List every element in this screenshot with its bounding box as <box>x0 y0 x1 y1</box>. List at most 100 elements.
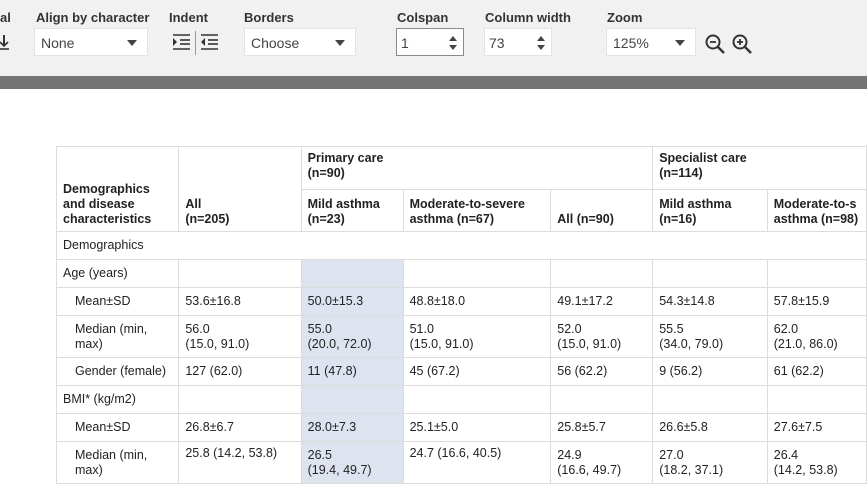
table-cell[interactable] <box>550 385 654 414</box>
table-cell[interactable]: 24.7 (16.6, 40.5) <box>402 441 552 484</box>
table-row: Mean±SD 26.8±6.7 28.0±7.3 25.1±5.0 25.8±… <box>55 413 867 442</box>
table-cell[interactable] <box>300 385 404 414</box>
table-cell[interactable]: 9 (56.2) <box>652 357 768 386</box>
primary-care-label: Primary care <box>307 151 384 165</box>
zoom-value: 125% <box>613 35 649 51</box>
table-cell[interactable] <box>402 385 552 414</box>
header-pc-all[interactable]: All (n=90) <box>550 189 654 232</box>
table-cell[interactable]: 25.8±5.7 <box>550 413 654 442</box>
zoom-out-icon[interactable] <box>704 33 726 55</box>
pc-mod-label: Moderate-to-severe <box>409 197 525 211</box>
row-label[interactable]: Gender (female) <box>55 357 180 386</box>
chevron-down-icon <box>675 40 685 46</box>
table-cell[interactable]: 57.8±15.9 <box>766 287 867 316</box>
pc-mild-label: Mild asthma <box>307 197 380 211</box>
row-label[interactable]: Mean±SD <box>55 287 180 316</box>
table-cell[interactable]: 26.4 (14.2, 53.8) <box>766 441 867 484</box>
row-label[interactable]: BMI* (kg/m2) <box>55 385 180 414</box>
table-cell[interactable] <box>652 259 768 288</box>
header-pc-moderate[interactable]: Moderate-to-severe asthma (n=67) <box>402 189 552 232</box>
table-cell[interactable]: 45 (67.2) <box>402 357 552 386</box>
data-table: Demographics and disease characteristics… <box>55 146 867 484</box>
table-cell[interactable] <box>766 259 867 288</box>
header-all-label: All <box>185 197 202 211</box>
row-label[interactable]: Age (years) <box>55 259 180 288</box>
section-label[interactable]: Demographics <box>56 231 867 260</box>
specialist-care-n: (n=114) <box>659 166 703 180</box>
zoom-in-icon[interactable] <box>731 33 753 55</box>
table-cell[interactable]: 11 (47.8) <box>300 357 404 386</box>
table-cell[interactable] <box>550 259 654 288</box>
indent-label: Indent <box>169 10 208 25</box>
table-cell[interactable] <box>178 385 302 414</box>
table-cell[interactable]: 49.1±17.2 <box>550 287 654 316</box>
pc-mild-n: (n=23) <box>307 212 345 226</box>
primary-care-n: (n=90) <box>307 166 345 180</box>
indent-increase-button[interactable] <box>170 30 192 54</box>
header-specialist-care[interactable]: Specialist care (n=114) <box>652 146 867 190</box>
header-all[interactable]: All (n=205) <box>178 146 302 232</box>
table-cell[interactable]: 61 (62.2) <box>766 357 867 386</box>
table-cell[interactable]: 54.3±14.8 <box>652 287 768 316</box>
decrement-icon[interactable] <box>449 45 457 50</box>
align-select[interactable]: None <box>34 28 148 56</box>
table-cell[interactable]: 51.0 (15.0, 91.0) <box>402 315 552 358</box>
table-cell[interactable]: 26.8±6.7 <box>178 413 302 442</box>
table-row: Median (min, max) 56.0 (15.0, 91.0) 55.0… <box>55 315 867 358</box>
zoom-label: Zoom <box>607 10 643 25</box>
row-label[interactable]: Mean±SD <box>55 413 180 442</box>
table-cell[interactable]: 48.8±18.0 <box>402 287 552 316</box>
table-cell[interactable] <box>402 259 552 288</box>
arrow-down-icon[interactable] <box>0 33 10 51</box>
table-cell[interactable]: 52.0 (15.0, 91.0) <box>550 315 654 358</box>
table-cell[interactable] <box>178 259 302 288</box>
chevron-down-icon <box>335 40 345 46</box>
indent-increase-icon <box>173 34 190 50</box>
header-sc-moderate[interactable]: Moderate-to-s asthma (n=98) <box>766 189 867 232</box>
table-cell[interactable]: 28.0±7.3 <box>300 413 404 442</box>
table-cell[interactable]: 56 (62.2) <box>550 357 654 386</box>
table-row: BMI* (kg/m2) <box>55 385 867 414</box>
table-cell[interactable]: 55.0 (20.0, 72.0) <box>300 315 404 358</box>
table-cell[interactable]: 25.8 (14.2, 53.8) <box>178 441 302 484</box>
table-cell[interactable]: 50.0±15.3 <box>300 287 404 316</box>
table-cell[interactable]: 27.0 (18.2, 37.1) <box>652 441 768 484</box>
specialist-care-label: Specialist care <box>659 151 747 165</box>
sc-mod-label: Moderate-to-s <box>773 197 857 211</box>
table-cell[interactable]: 26.6±5.8 <box>652 413 768 442</box>
sc-mod-n: asthma (n=98) <box>773 212 859 226</box>
header-all-n: (n=205) <box>185 212 230 226</box>
table-cell[interactable]: 25.1±5.0 <box>402 413 552 442</box>
indent-decrease-button[interactable] <box>198 30 220 54</box>
decrement-icon[interactable] <box>537 45 545 50</box>
table-cell[interactable]: 26.5 (19.4, 49.7) <box>300 441 404 484</box>
increment-icon[interactable] <box>449 36 457 41</box>
table-cell[interactable]: 55.5 (34.0, 79.0) <box>652 315 768 358</box>
align-value: None <box>41 35 75 51</box>
colspan-value: 1 <box>401 35 409 51</box>
header-sc-mild[interactable]: Mild asthma (n=16) <box>652 189 768 232</box>
header-pc-mild[interactable]: Mild asthma (n=23) <box>300 189 404 232</box>
table-cell[interactable] <box>300 259 404 288</box>
zoom-select[interactable]: 125% <box>606 28 696 56</box>
header-primary-care[interactable]: Primary care (n=90) <box>300 146 654 190</box>
borders-value: Choose <box>251 35 300 51</box>
table-cell[interactable]: 24.9 (16.6, 49.7) <box>550 441 654 484</box>
borders-select[interactable]: Choose <box>244 28 356 56</box>
table-row: Gender (female) 127 (62.0) 11 (47.8) 45 … <box>55 357 867 386</box>
header-demographics[interactable]: Demographics and disease characteristics <box>55 146 180 232</box>
table-cell[interactable] <box>652 385 768 414</box>
table-cell[interactable] <box>766 385 867 414</box>
row-label[interactable]: Median (min, max) <box>55 315 180 358</box>
table-cell[interactable]: 53.6±16.8 <box>178 287 302 316</box>
table-cell[interactable]: 56.0 (15.0, 91.0) <box>178 315 302 358</box>
row-label[interactable]: Median (min, max) <box>55 441 180 484</box>
colwidth-value: 73 <box>489 35 505 51</box>
table-cell[interactable]: 127 (62.0) <box>178 357 302 386</box>
chevron-down-icon <box>127 40 137 46</box>
column-width-stepper[interactable]: 73 <box>484 28 552 56</box>
table-cell[interactable]: 27.6±7.5 <box>766 413 867 442</box>
table-cell[interactable]: 62.0 (21.0, 86.0) <box>766 315 867 358</box>
increment-icon[interactable] <box>537 36 545 41</box>
colspan-stepper[interactable]: 1 <box>396 28 464 56</box>
